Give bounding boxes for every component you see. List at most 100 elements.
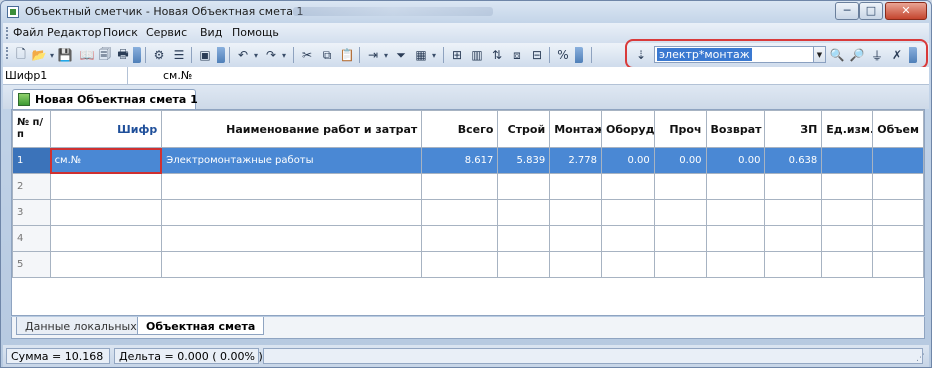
cell-oborud[interactable] — [600, 225, 655, 252]
column-header[interactable]: Шифр — [49, 110, 163, 148]
column-header[interactable]: Объем — [872, 110, 924, 148]
cell-vozvrat[interactable] — [705, 199, 766, 226]
column-header[interactable]: Оборуд — [600, 110, 655, 148]
column-header[interactable]: Проч — [653, 110, 707, 148]
cell-obem[interactable] — [872, 173, 924, 200]
cell-montazh[interactable]: 2.778 — [549, 147, 602, 174]
cell-ed[interactable] — [821, 147, 874, 174]
cell-vozvrat[interactable] — [705, 225, 766, 252]
cell-proch[interactable] — [653, 173, 707, 200]
cell-proch[interactable] — [653, 225, 707, 252]
percent-icon[interactable]: % — [555, 47, 571, 63]
cell-zp[interactable] — [764, 251, 823, 278]
cell-shifr[interactable] — [49, 225, 163, 252]
cell-shifr[interactable] — [49, 199, 163, 226]
cell-shifr[interactable] — [49, 173, 163, 200]
cell-ed[interactable] — [821, 173, 874, 200]
title-bar[interactable]: Объектный сметчик - Новая Объектная смет… — [1, 1, 931, 23]
row-number[interactable]: 4 — [12, 225, 51, 252]
menu-search[interactable]: Поиск — [103, 26, 138, 39]
cell-stroy[interactable] — [497, 251, 551, 278]
cell-name[interactable] — [161, 225, 423, 252]
cell-oborud[interactable]: 0.00 — [600, 147, 655, 174]
cell-montazh[interactable] — [549, 173, 602, 200]
cell-zp[interactable] — [764, 225, 823, 252]
undo-icon[interactable]: ↶ — [235, 47, 251, 63]
table-row[interactable]: 4 — [12, 225, 924, 252]
row-number[interactable]: 3 — [12, 199, 51, 226]
cell-vsego[interactable]: 8.617 — [421, 147, 499, 174]
cell-ed[interactable] — [821, 251, 874, 278]
redo-icon[interactable]: ↷ — [263, 47, 279, 63]
print-preview-icon[interactable]: 🗐 — [97, 47, 113, 63]
minimize-button[interactable]: ─ — [835, 2, 859, 20]
calculator-dropdown-icon[interactable]: ▾ — [429, 47, 439, 63]
cell-name[interactable] — [161, 199, 423, 226]
cell-name[interactable] — [161, 251, 423, 278]
open-folder-icon[interactable]: 📂 — [31, 47, 47, 63]
cell-oborud[interactable] — [600, 251, 655, 278]
cell-montazh[interactable] — [549, 199, 602, 226]
copy-icon[interactable]: ⧉ — [319, 47, 335, 63]
cell-vsego[interactable] — [421, 225, 499, 252]
print-icon[interactable]: 🖶 — [115, 47, 131, 63]
list-icon[interactable]: ☰ — [171, 47, 187, 63]
cell-shifr[interactable] — [49, 251, 163, 278]
cell-value-field[interactable]: см.№ — [163, 69, 192, 82]
cell-stroy[interactable] — [497, 225, 551, 252]
cell-oborud[interactable] — [600, 199, 655, 226]
column-header[interactable]: Всего — [421, 110, 499, 148]
row-number[interactable]: 5 — [12, 251, 51, 278]
document-tab[interactable]: Новая Объектная смета 1 — [12, 89, 198, 109]
cell-stroy[interactable]: 5.839 — [497, 147, 551, 174]
cell-vsego[interactable] — [421, 199, 499, 226]
sort-icon[interactable]: ⇅ — [489, 47, 505, 63]
merge-icon[interactable]: ⧈ — [509, 47, 525, 63]
cell-stroy[interactable] — [497, 173, 551, 200]
redo-dropdown-icon[interactable]: ▾ — [279, 47, 289, 63]
cell-obem[interactable] — [872, 225, 924, 252]
cell-vozvrat[interactable]: 0.00 — [705, 147, 766, 174]
cell-proch[interactable]: 0.00 — [653, 147, 707, 174]
column-header[interactable]: № п/п — [12, 110, 51, 148]
cell-vsego[interactable] — [421, 173, 499, 200]
menu-edit[interactable]: Редактор — [47, 26, 102, 39]
insert-dropdown-icon[interactable]: ▾ — [381, 47, 391, 63]
cell-oborud[interactable] — [600, 173, 655, 200]
table-icon[interactable]: ⊞ — [449, 47, 465, 63]
table-row[interactable]: 5 — [12, 251, 924, 278]
calculator-icon[interactable]: ▦ — [413, 47, 429, 63]
column-header[interactable]: Монтаж — [549, 110, 602, 148]
cell-name[interactable]: Электромонтажные работы — [161, 147, 423, 174]
cell-proch[interactable] — [653, 199, 707, 226]
resize-grip-icon[interactable]: ⋰ — [916, 353, 925, 363]
cell-zp[interactable] — [764, 199, 823, 226]
cell-reference-field[interactable]: Шифр1 — [3, 67, 128, 84]
column-header[interactable]: Наименование работ и затрат — [161, 110, 423, 148]
table-row[interactable]: 3 — [12, 199, 924, 226]
toolbar-overflow-icon[interactable] — [133, 47, 141, 63]
menu-file[interactable]: Файл — [13, 26, 43, 39]
maximize-button[interactable]: □ — [859, 2, 883, 20]
properties-icon[interactable]: ⚙ — [151, 47, 167, 63]
save-icon[interactable]: 💾 — [57, 47, 73, 63]
close-button[interactable]: ✕ — [885, 2, 927, 20]
cell-vsego[interactable] — [421, 251, 499, 278]
column-header[interactable]: Строй — [497, 110, 551, 148]
filter-funnel-icon[interactable]: ⏷ — [393, 47, 409, 63]
column-header[interactable]: Возврат — [705, 110, 766, 148]
cell-ed[interactable] — [821, 199, 874, 226]
cell-obem[interactable] — [872, 147, 924, 174]
open-dropdown-icon[interactable]: ▾ — [47, 47, 57, 63]
cell-zp[interactable]: 0.638 — [764, 147, 823, 174]
cell-zp[interactable] — [764, 173, 823, 200]
new-document-icon[interactable]: 🗋 — [13, 47, 29, 63]
cell-montazh[interactable] — [549, 225, 602, 252]
image-icon[interactable]: ▣ — [197, 47, 213, 63]
table-row[interactable]: 1 см.№ Электромонтажные работы 8.617 5.8… — [12, 147, 924, 174]
book-icon[interactable]: 📖 — [79, 47, 95, 63]
paste-icon[interactable]: 📋 — [339, 47, 355, 63]
insert-row-icon[interactable]: ⇥ — [365, 47, 381, 63]
column-header[interactable]: ЗП — [764, 110, 823, 148]
row-number[interactable]: 1 — [12, 147, 51, 174]
